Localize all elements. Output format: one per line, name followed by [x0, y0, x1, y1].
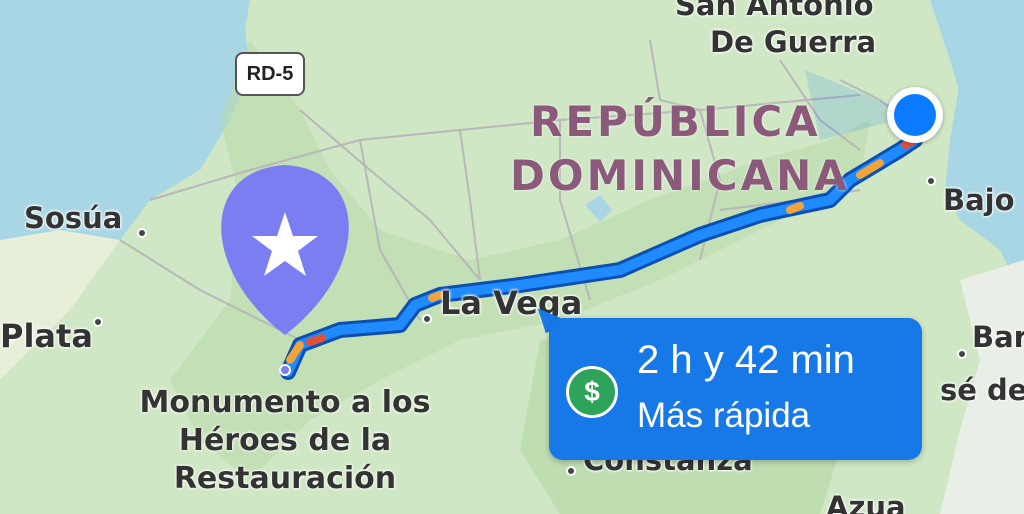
dollar-icon: $ — [566, 366, 618, 418]
user-location-marker[interactable] — [887, 87, 943, 143]
place-azua: Azua — [826, 490, 906, 514]
destination-label[interactable]: Monumento a los Héroes de la Restauració… — [100, 384, 470, 498]
road-shield-rd5: RD-5 — [235, 52, 305, 96]
place-la-vega-dot — [422, 314, 432, 324]
place-de-guerra: De Guerra — [710, 25, 877, 59]
route-time: 2 h y 42 min — [637, 338, 855, 382]
map-view[interactable]: San Antonio De Guerra RD-5 REPÚBLICA DOM… — [0, 0, 1024, 514]
place-se-de: sé de — [940, 373, 1024, 407]
place-bajo-dot — [926, 176, 936, 186]
place-bar: Bar — [972, 320, 1024, 354]
destination-dot — [279, 364, 291, 376]
place-san-antonio: San Antonio — [675, 0, 874, 22]
place-bar-dot — [957, 349, 967, 359]
place-sosua-dot — [137, 228, 147, 238]
place-constanza-dot — [566, 466, 576, 476]
user-location-dot — [894, 94, 936, 136]
country-label-line1: REPÚBLICA — [530, 97, 821, 146]
route-kind: Más rápida — [637, 396, 811, 435]
place-plata: Plata — [0, 317, 93, 355]
place-bajo: Bajo — [943, 183, 1015, 217]
place-sosua: Sosúa — [24, 201, 123, 235]
place-plata-dot — [93, 317, 103, 327]
route-callout[interactable]: $ 2 h y 42 min Más rápida — [549, 318, 922, 460]
country-label-line2: DOMINICANA — [510, 151, 850, 200]
